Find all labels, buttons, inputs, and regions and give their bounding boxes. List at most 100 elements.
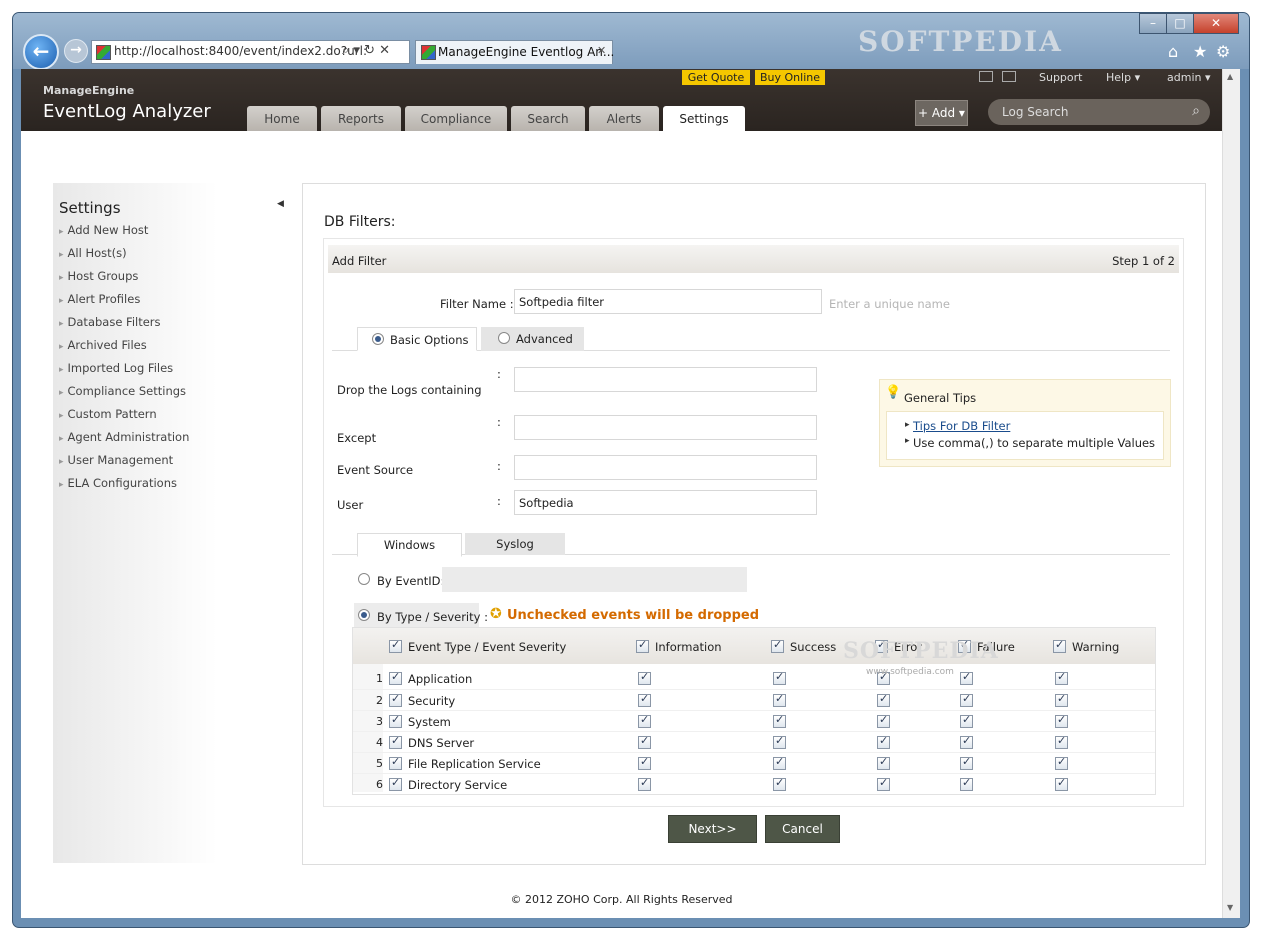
admin-menu[interactable]: admin ▾ bbox=[1167, 71, 1210, 84]
log-search-input[interactable]: Log Search ⌕ bbox=[988, 99, 1210, 125]
sidebar-item-ela-configurations[interactable]: ELA Configurations bbox=[59, 476, 177, 490]
vertical-scrollbar[interactable]: ▲ ▼ bbox=[1222, 69, 1240, 918]
support-link[interactable]: Support bbox=[1039, 71, 1082, 84]
severity-checkbox[interactable] bbox=[638, 713, 651, 728]
nav-tab-settings[interactable]: Settings bbox=[663, 106, 745, 131]
search-icon[interactable]: ⌕ bbox=[1192, 103, 1200, 119]
sidebar-item-imported-log-files[interactable]: Imported Log Files bbox=[59, 361, 174, 375]
scroll-up-icon[interactable]: ▲ bbox=[1227, 72, 1233, 81]
nav-tab-compliance[interactable]: Compliance bbox=[405, 106, 507, 131]
screen-icon[interactable] bbox=[1002, 71, 1016, 82]
column-checkbox[interactable] bbox=[771, 638, 784, 653]
severity-checkbox[interactable] bbox=[1055, 692, 1068, 707]
event-type-checkbox[interactable] bbox=[389, 692, 402, 707]
sidebar-item-user-management[interactable]: User Management bbox=[59, 453, 174, 467]
nav-tab-reports[interactable]: Reports bbox=[321, 106, 401, 131]
nav-tab-search[interactable]: Search bbox=[511, 106, 585, 131]
sidebar-item-alert-profiles[interactable]: Alert Profiles bbox=[59, 292, 141, 306]
address-bar[interactable]: http://localhost:8400/event/index2.do?ur… bbox=[91, 40, 410, 64]
sidebar-item-add-new-host[interactable]: Add New Host bbox=[59, 223, 149, 237]
buy-online-button[interactable]: Buy Online bbox=[755, 70, 825, 85]
except-field[interactable] bbox=[514, 415, 817, 440]
advanced-radio[interactable] bbox=[498, 332, 510, 344]
severity-checkbox[interactable] bbox=[638, 734, 651, 749]
address-actions-icon[interactable]: ⌕ ▾ ↻ ✕ bbox=[342, 43, 390, 58]
tab-close-icon[interactable]: ✕ bbox=[597, 44, 606, 57]
minimize-button[interactable]: – bbox=[1139, 13, 1167, 34]
eventid-field[interactable] bbox=[442, 567, 747, 592]
user-field[interactable]: Softpedia bbox=[514, 490, 817, 515]
sidebar-item-host-groups[interactable]: Host Groups bbox=[59, 269, 139, 283]
severity-checkbox[interactable] bbox=[877, 734, 890, 749]
collapse-sidebar-icon[interactable]: ◀ bbox=[277, 199, 284, 209]
syslog-tab[interactable]: Syslog bbox=[465, 533, 565, 555]
nav-tab-home[interactable]: Home bbox=[247, 106, 317, 131]
help-menu[interactable]: Help ▾ bbox=[1106, 71, 1140, 84]
address-url[interactable]: http://localhost:8400/event/index2.do?ur… bbox=[114, 44, 367, 58]
severity-checkbox[interactable] bbox=[960, 692, 973, 707]
severity-checkbox[interactable] bbox=[1055, 670, 1068, 685]
severity-checkbox[interactable] bbox=[638, 692, 651, 707]
get-quote-button[interactable]: Get Quote bbox=[682, 70, 750, 85]
severity-checkbox[interactable] bbox=[638, 755, 651, 770]
close-window-button[interactable]: ✕ bbox=[1193, 13, 1239, 34]
event-type-checkbox[interactable] bbox=[389, 755, 402, 770]
tools-gear-icon[interactable]: ⚙ bbox=[1216, 42, 1230, 61]
windows-tab[interactable]: Windows bbox=[357, 533, 462, 557]
sidebar-item-archived-files[interactable]: Archived Files bbox=[59, 338, 147, 352]
by-eventid-radio[interactable] bbox=[358, 573, 376, 587]
scroll-down-icon[interactable]: ▼ bbox=[1227, 903, 1233, 912]
sidebar-item-compliance-settings[interactable]: Compliance Settings bbox=[59, 384, 187, 398]
sidebar-item-all-hosts[interactable]: All Host(s) bbox=[59, 246, 127, 260]
basic-options-radio[interactable] bbox=[372, 333, 384, 345]
event-type-checkbox[interactable] bbox=[389, 670, 402, 685]
favorites-star-icon[interactable]: ★ bbox=[1193, 42, 1207, 61]
back-button[interactable]: ← bbox=[23, 34, 59, 70]
forward-button[interactable]: → bbox=[64, 39, 88, 63]
sidebar-item-custom-pattern[interactable]: Custom Pattern bbox=[59, 407, 157, 421]
basic-options-tab[interactable]: Basic Options bbox=[357, 327, 477, 351]
severity-checkbox[interactable] bbox=[1055, 776, 1068, 791]
severity-checkbox[interactable] bbox=[1055, 755, 1068, 770]
sidebar-item-agent-administration[interactable]: Agent Administration bbox=[59, 430, 190, 444]
severity-checkbox[interactable] bbox=[773, 755, 786, 770]
column-checkbox[interactable] bbox=[389, 638, 402, 653]
maximize-button[interactable]: □ bbox=[1166, 13, 1194, 34]
severity-checkbox[interactable] bbox=[960, 755, 973, 770]
severity-checkbox[interactable] bbox=[638, 670, 651, 685]
by-type-radio[interactable] bbox=[358, 609, 376, 623]
severity-checkbox[interactable] bbox=[877, 713, 890, 728]
add-menu-button[interactable]: + Add ▾ bbox=[915, 100, 968, 126]
severity-checkbox[interactable] bbox=[877, 692, 890, 707]
severity-checkbox[interactable] bbox=[773, 713, 786, 728]
next-button[interactable]: Next>> bbox=[668, 815, 757, 843]
severity-checkbox[interactable] bbox=[960, 713, 973, 728]
column-checkbox[interactable] bbox=[1053, 638, 1066, 653]
nav-tab-alerts[interactable]: Alerts bbox=[589, 106, 659, 131]
severity-checkbox[interactable] bbox=[773, 776, 786, 791]
severity-checkbox[interactable] bbox=[960, 776, 973, 791]
severity-checkbox[interactable] bbox=[877, 755, 890, 770]
drop-logs-field[interactable] bbox=[514, 367, 817, 392]
severity-checkbox[interactable] bbox=[773, 734, 786, 749]
severity-checkbox[interactable] bbox=[773, 670, 786, 685]
filter-name-field[interactable]: Softpedia filter bbox=[514, 289, 822, 314]
event-type-checkbox[interactable] bbox=[389, 776, 402, 791]
severity-checkbox[interactable] bbox=[638, 776, 651, 791]
column-checkbox[interactable] bbox=[636, 638, 649, 653]
tips-for-db-filter-link[interactable]: Tips For DB Filter bbox=[913, 419, 1010, 433]
event-source-field[interactable] bbox=[514, 455, 817, 480]
monitor-icon[interactable] bbox=[979, 71, 993, 82]
severity-checkbox[interactable] bbox=[1055, 713, 1068, 728]
advanced-tab[interactable]: Advanced bbox=[481, 327, 584, 351]
severity-checkbox[interactable] bbox=[960, 670, 973, 685]
severity-checkbox[interactable] bbox=[960, 734, 973, 749]
home-icon[interactable]: ⌂ bbox=[1168, 42, 1178, 61]
sidebar-item-database-filters[interactable]: Database Filters bbox=[59, 315, 161, 329]
event-type-checkbox[interactable] bbox=[389, 713, 402, 728]
browser-tab[interactable]: ManageEngine Eventlog An... ✕ bbox=[415, 40, 614, 64]
severity-checkbox[interactable] bbox=[1055, 734, 1068, 749]
event-type-checkbox[interactable] bbox=[389, 734, 402, 749]
cancel-button[interactable]: Cancel bbox=[765, 815, 840, 843]
severity-checkbox[interactable] bbox=[773, 692, 786, 707]
